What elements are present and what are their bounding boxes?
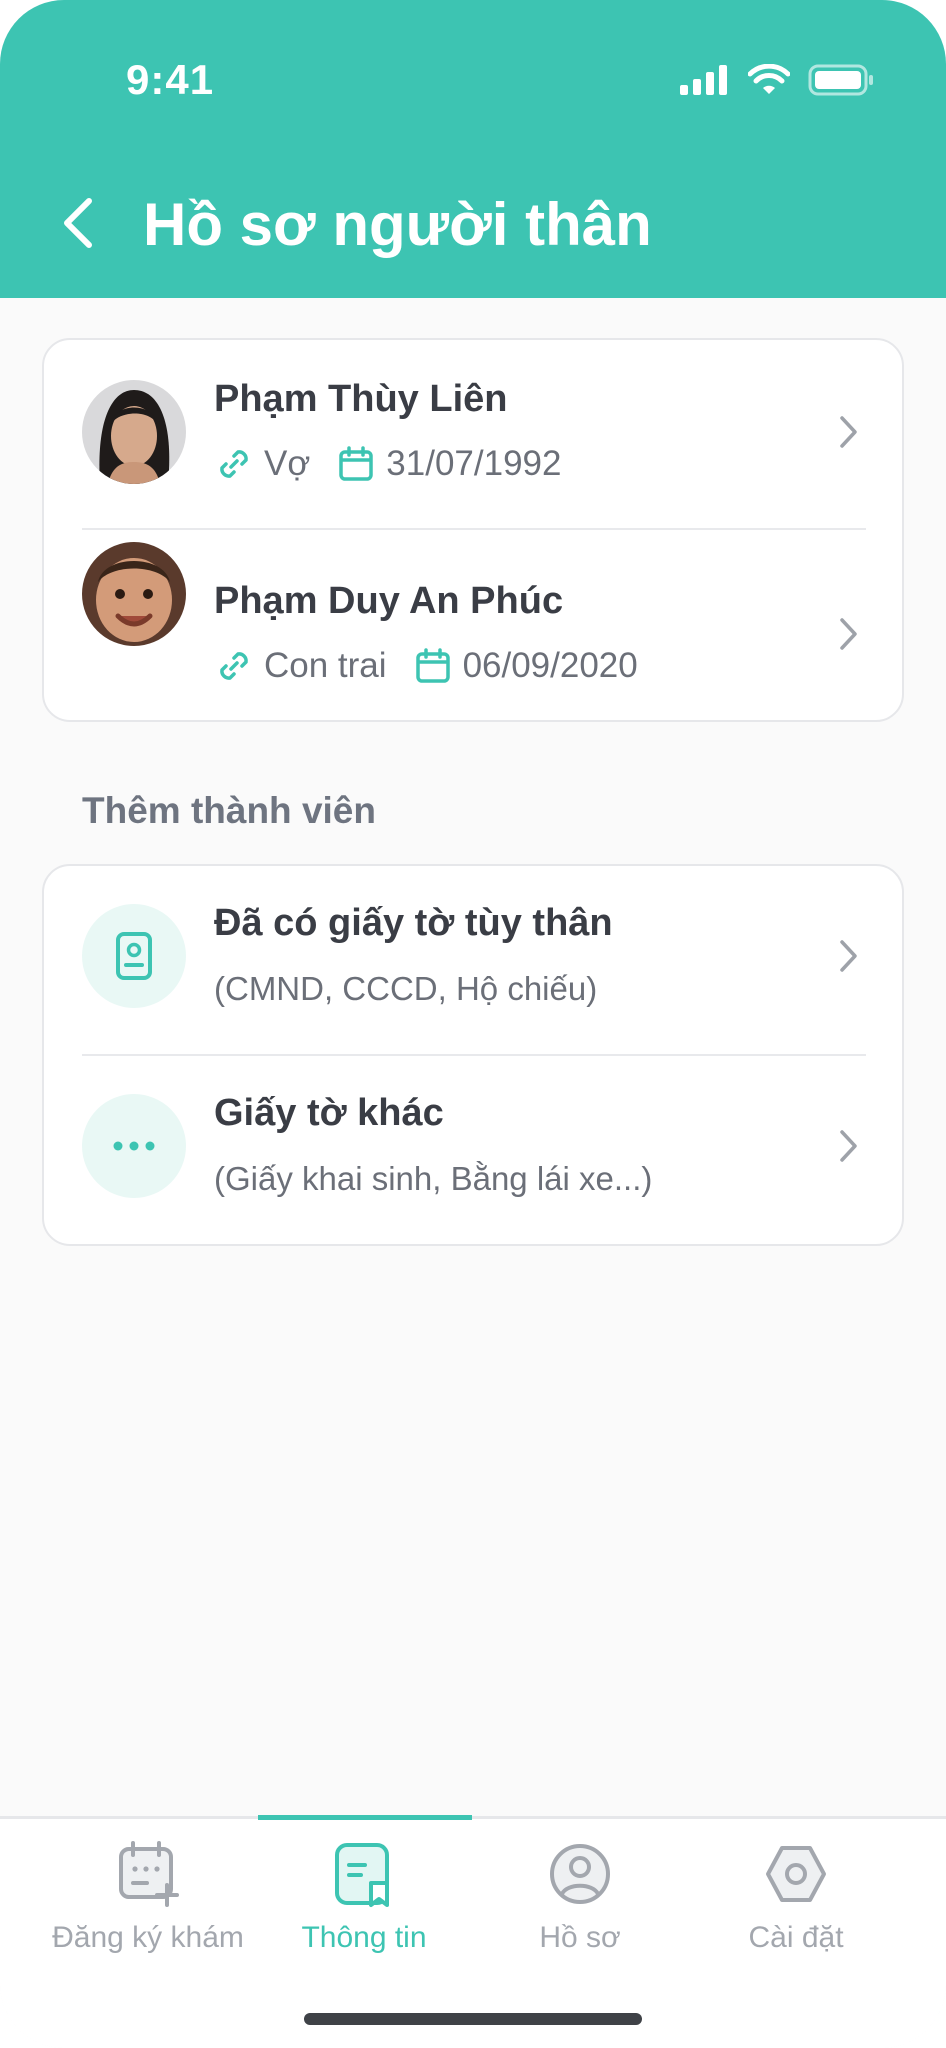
option-title: Giấy tờ khác [214, 1092, 444, 1134]
add-option-other-document[interactable]: Giấy tờ khác (Giấy khai sinh, Bằng lái x… [44, 1056, 902, 1258]
avatar [82, 542, 186, 646]
chevron-right-icon [834, 614, 864, 654]
relative-name: Phạm Thùy Liên [214, 378, 508, 420]
avatar [82, 380, 186, 484]
add-option-id-document[interactable]: Đã có giấy tờ tùy thân (CMND, CCCD, Hộ c… [44, 866, 902, 1068]
settings-icon [761, 1839, 831, 1909]
screen: 9:41 Hồ sơ người thân Phạm Thùy Liên Vợ … [0, 0, 946, 2048]
back-button[interactable] [52, 188, 104, 258]
chevron-right-icon [834, 1126, 864, 1166]
tab-ho-so[interactable]: Hồ sơ [472, 1819, 688, 1989]
relative-relation: Con trai [264, 646, 387, 685]
link-icon [214, 444, 254, 484]
calendar-icon [336, 444, 376, 484]
chevron-right-icon [834, 412, 864, 452]
battery-icon [808, 64, 873, 96]
tab-cai-dat[interactable]: Cài đặt [688, 1819, 904, 1989]
chevron-left-icon [64, 198, 92, 248]
link-icon [214, 646, 254, 686]
tab-label: Cài đặt [748, 1921, 844, 1954]
chevron-right-icon [834, 936, 864, 976]
add-member-card: Đã có giấy tờ tùy thân (CMND, CCCD, Hộ c… [42, 864, 904, 1246]
header: 9:41 Hồ sơ người thân [0, 0, 946, 298]
calendar-add-icon [113, 1839, 183, 1909]
relative-meta: Con trai 06/09/2020 [214, 646, 664, 686]
tab-label: Hồ sơ [539, 1921, 621, 1954]
option-subtitle: (CMND, CCCD, Hộ chiếu) [214, 970, 598, 1007]
relative-relation: Vợ [264, 444, 311, 483]
option-subtitle: (Giấy khai sinh, Bằng lái xe...) [214, 1160, 653, 1197]
relative-row[interactable]: Phạm Duy An Phúc Con trai 06/09/2020 [44, 530, 902, 732]
user-circle-icon [545, 1839, 615, 1909]
tab-thong-tin[interactable]: Thông tin [256, 1819, 472, 1989]
signal-icon [680, 65, 727, 95]
tab-label: Đăng ký khám [52, 1921, 244, 1954]
status-time: 9:41 [126, 56, 215, 103]
relative-birthdate: 06/09/2020 [462, 646, 638, 685]
relative-birthdate: 31/07/1992 [386, 444, 562, 483]
wifi-icon [748, 64, 790, 94]
more-dots-icon [82, 1094, 186, 1198]
status-icons [680, 64, 874, 96]
page-title: Hồ sơ người thân [143, 191, 652, 258]
id-card-icon [82, 904, 186, 1008]
tab-dang-ky-kham[interactable]: Đăng ký khám [40, 1819, 256, 1989]
relative-name: Phạm Duy An Phúc [214, 580, 564, 622]
calendar-icon [413, 646, 453, 686]
section-label: Thêm thành viên [82, 790, 376, 831]
document-icon [329, 1839, 399, 1909]
relative-meta: Vợ 31/07/1992 [214, 444, 587, 484]
home-indicator [304, 2013, 642, 2025]
relative-row[interactable]: Phạm Thùy Liên Vợ 31/07/1992 [44, 340, 902, 542]
option-title: Đã có giấy tờ tùy thân [214, 902, 613, 944]
tab-label: Thông tin [301, 1921, 427, 1954]
relatives-card: Phạm Thùy Liên Vợ 31/07/1992 Phạm Duy An… [42, 338, 904, 722]
